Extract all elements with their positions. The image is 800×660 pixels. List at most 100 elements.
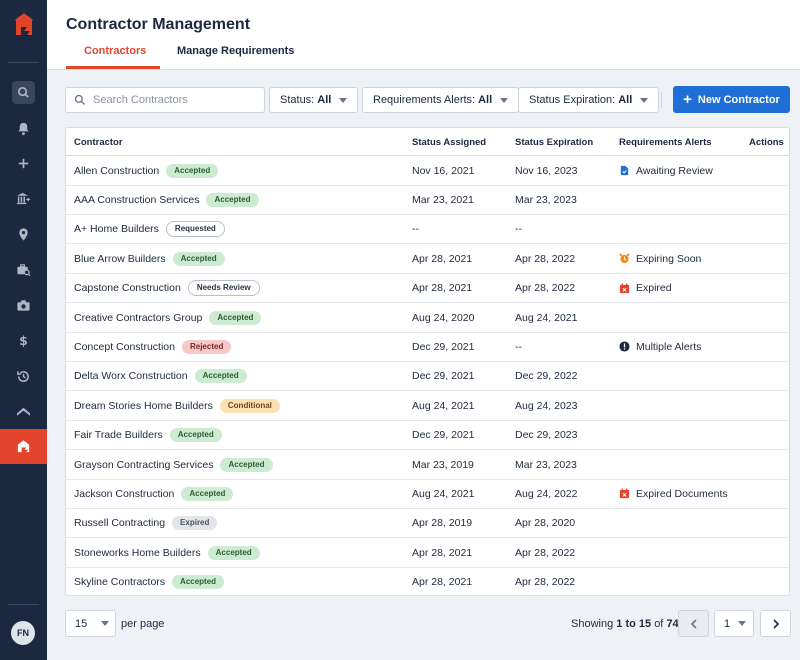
contractor-name[interactable]: Russell Contracting bbox=[74, 517, 165, 529]
status-expiration-cell: Dec 29, 2022 bbox=[515, 370, 578, 383]
per-page-select[interactable]: 15 bbox=[65, 610, 116, 637]
tab-contractors[interactable]: Contractors bbox=[84, 45, 146, 57]
contractor-cell: A+ Home Builders Requested bbox=[74, 215, 225, 244]
table-row[interactable]: Jackson Construction Accepted Aug 24, 2021… bbox=[66, 479, 789, 509]
contractor-name[interactable]: Capstone Construction bbox=[74, 282, 181, 294]
table-row[interactable]: Stoneworks Home Builders Accepted Apr 28, … bbox=[66, 538, 789, 568]
status-assigned-cell: Apr 28, 2021 bbox=[412, 252, 473, 265]
filter-value: All bbox=[618, 94, 633, 106]
contractor-name[interactable]: Skyline Contractors bbox=[74, 576, 165, 588]
contractor-name[interactable]: A+ Home Builders bbox=[74, 223, 159, 235]
status-badge: Rejected bbox=[181, 339, 232, 354]
sidebar-item-jobs[interactable] bbox=[0, 252, 47, 287]
status-expiration-cell: Apr 28, 2022 bbox=[515, 546, 576, 559]
sidebar-item-bank[interactable] bbox=[0, 181, 47, 216]
exclamation-circle-icon bbox=[619, 341, 630, 352]
sidebar-item-add[interactable] bbox=[0, 146, 47, 181]
requirements-alert-cell[interactable]: Expired bbox=[619, 274, 672, 303]
sidebar-divider bbox=[8, 62, 39, 63]
table-row[interactable]: Capstone Construction Needs Review Apr 28,… bbox=[66, 274, 789, 304]
column-header-status-assigned[interactable]: Status Assigned bbox=[412, 137, 486, 148]
calendar-x-icon bbox=[619, 488, 630, 499]
sidebar-item-history[interactable] bbox=[0, 359, 47, 394]
avatar[interactable]: FN bbox=[11, 621, 35, 645]
sidebar-item-notifications[interactable] bbox=[0, 111, 47, 146]
sidebar-item-roofing[interactable] bbox=[0, 394, 47, 429]
status-badge: Expired bbox=[172, 516, 218, 531]
contractor-name[interactable]: Allen Construction bbox=[74, 165, 159, 177]
alarm-clock-icon bbox=[619, 253, 630, 264]
new-contractor-label: New Contractor bbox=[697, 93, 780, 106]
camera-icon bbox=[17, 300, 30, 311]
table-row[interactable]: AAA Construction Services Accepted Mar 23,… bbox=[66, 185, 789, 215]
chevron-right-icon bbox=[772, 618, 779, 629]
next-page-button[interactable] bbox=[760, 610, 791, 637]
status-expiration-cell: Mar 23, 2023 bbox=[515, 193, 577, 206]
status-assigned-cell: Dec 29, 2021 bbox=[412, 370, 475, 383]
sidebar-item-payments[interactable]: $ bbox=[0, 323, 47, 358]
sidebar-item-search[interactable] bbox=[0, 75, 47, 110]
contractor-cell: Concept Construction Rejected bbox=[74, 332, 232, 361]
status-badge: Conditional bbox=[219, 398, 280, 413]
contractor-cell: Jackson Construction Accepted bbox=[74, 479, 234, 508]
requirements-alert-text: Expired bbox=[636, 282, 672, 295]
contractor-cell: Capstone Construction Needs Review bbox=[74, 274, 260, 303]
requirements-alert-cell[interactable]: Awaiting Review bbox=[619, 156, 713, 185]
contractor-name[interactable]: Stoneworks Home Builders bbox=[74, 547, 201, 559]
table-row[interactable]: Allen Construction Accepted Nov 16, 2021 No… bbox=[66, 156, 789, 186]
contractor-name[interactable]: Dream Stories Home Builders bbox=[74, 400, 213, 412]
tab-manage-requirements[interactable]: Manage Requirements bbox=[177, 45, 294, 57]
table-header: Contractor Status Assigned Status Expira… bbox=[66, 128, 789, 156]
requirements-alert-cell[interactable]: Expiring Soon bbox=[619, 244, 701, 273]
contractor-name[interactable]: AAA Construction Services bbox=[74, 194, 199, 206]
calendar-x-icon bbox=[619, 283, 630, 294]
requirements-alert-cell[interactable]: Expired Documents bbox=[619, 479, 728, 508]
filter-label: Status: bbox=[280, 94, 315, 106]
contractor-name[interactable]: Delta Worx Construction bbox=[74, 370, 188, 382]
contractor-name[interactable]: Grayson Contracting Services bbox=[74, 459, 213, 471]
column-header-status-expiration[interactable]: Status Expiration bbox=[515, 137, 593, 148]
filter-value: All bbox=[317, 94, 332, 106]
contractor-name[interactable]: Concept Construction bbox=[74, 341, 175, 353]
contractor-name[interactable]: Fair Trade Builders bbox=[74, 429, 163, 441]
sidebar-item-contractors[interactable] bbox=[0, 429, 47, 464]
chevron-down-icon bbox=[500, 97, 509, 103]
column-header-actions: Actions bbox=[749, 137, 784, 148]
sidebar-item-locations[interactable] bbox=[0, 217, 47, 252]
showing-total: 74 bbox=[666, 618, 679, 630]
status-expiration-cell: Aug 24, 2021 bbox=[515, 311, 578, 324]
column-header-requirements-alerts[interactable]: Requirements Alerts bbox=[619, 137, 712, 148]
requirements-alerts-filter[interactable]: Requirements Alerts: All bbox=[362, 87, 520, 113]
table-row[interactable]: Creative Contractors Group Accepted Aug 24… bbox=[66, 303, 789, 333]
status-filter[interactable]: Status: All bbox=[269, 87, 359, 113]
new-contractor-button[interactable]: + New Contractor bbox=[673, 86, 790, 113]
page-select[interactable]: 1 bbox=[714, 610, 754, 637]
contractor-name[interactable]: Blue Arrow Builders bbox=[74, 253, 166, 265]
table-row[interactable]: Russell Contracting Expired Apr 28, 2019 Ap… bbox=[66, 509, 789, 539]
requirements-alert-cell[interactable]: Multiple Alerts bbox=[619, 332, 701, 361]
status-badge: Accepted bbox=[209, 310, 262, 325]
status-assigned-cell: Nov 16, 2021 bbox=[412, 164, 475, 177]
sidebar-item-photos[interactable] bbox=[0, 288, 47, 323]
contractor-name[interactable]: Jackson Construction bbox=[74, 488, 174, 500]
table-row[interactable]: Delta Worx Construction Accepted Dec 29, 2… bbox=[66, 362, 789, 392]
status-expiration-cell: Aug 24, 2022 bbox=[515, 487, 578, 500]
contractor-cell: AAA Construction Services Accepted bbox=[74, 185, 259, 214]
previous-page-button[interactable] bbox=[678, 610, 709, 637]
table-row[interactable]: Dream Stories Home Builders Conditional Au… bbox=[66, 391, 789, 421]
table-row[interactable]: Grayson Contracting Services Accepted Mar … bbox=[66, 450, 789, 480]
showing-prefix: Showing bbox=[571, 618, 614, 630]
contractor-name[interactable]: Creative Contractors Group bbox=[74, 312, 202, 324]
column-header-contractor[interactable]: Contractor bbox=[74, 137, 123, 148]
status-assigned-cell: Aug 24, 2021 bbox=[412, 487, 475, 500]
table-row[interactable]: A+ Home Builders Requested -- -- bbox=[66, 215, 789, 245]
search-placeholder: Search Contractors bbox=[93, 94, 188, 106]
table-row[interactable]: Fair Trade Builders Accepted Dec 29, 2021 D… bbox=[66, 421, 789, 451]
table-row[interactable]: Skyline Contractors Accepted Apr 28, 2021 A… bbox=[66, 568, 789, 598]
status-expiration-cell: Aug 24, 2023 bbox=[515, 399, 578, 412]
search-input[interactable]: Search Contractors bbox=[65, 87, 265, 113]
table-row[interactable]: Blue Arrow Builders Accepted Apr 28, 2021 A… bbox=[66, 244, 789, 274]
table-row[interactable]: Concept Construction Rejected Dec 29, 2021… bbox=[66, 332, 789, 362]
logo-icon[interactable] bbox=[0, 0, 47, 50]
status-expiration-filter[interactable]: Status Expiration: All bbox=[518, 87, 660, 113]
